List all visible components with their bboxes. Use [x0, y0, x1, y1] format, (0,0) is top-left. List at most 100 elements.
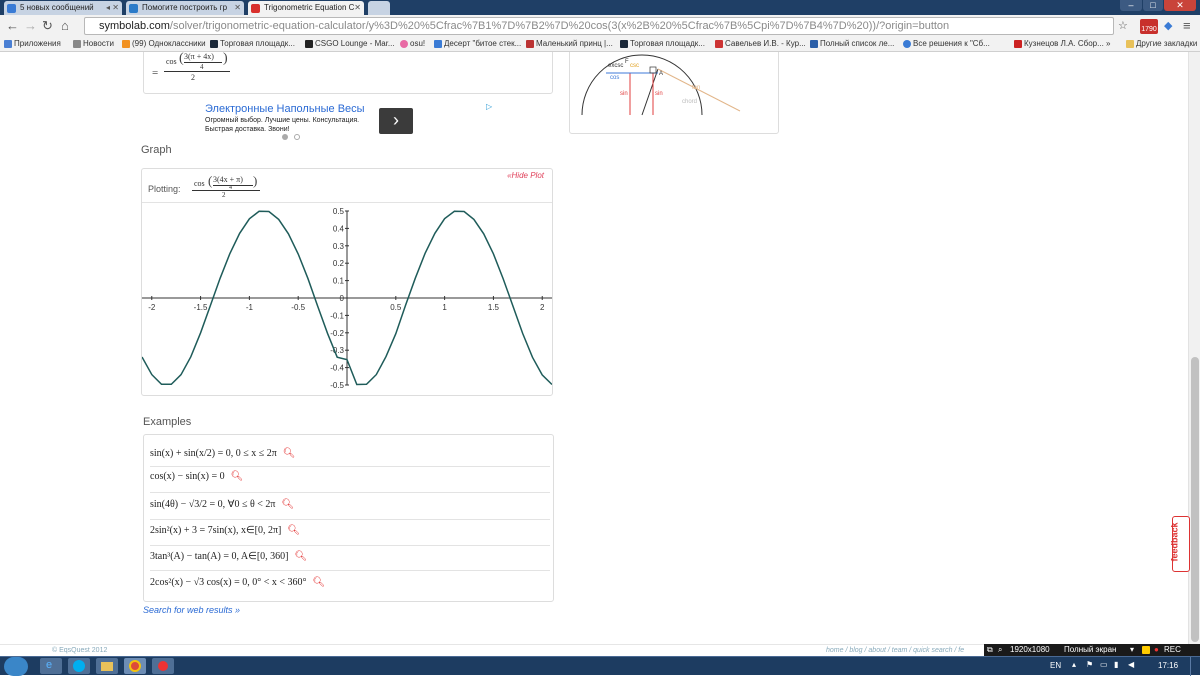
bookmark-ok[interactable]: (99) Одноклассники — [122, 37, 206, 51]
bookmark-osu[interactable]: osu! — [400, 37, 425, 51]
battery-icon[interactable]: ▭ — [1100, 660, 1108, 669]
close-icon[interactable]: ◂ ✕ — [106, 1, 119, 15]
search-icon[interactable]: 🔍︎ — [313, 571, 326, 595]
bookmark-list[interactable]: Полный список ле... — [810, 37, 894, 51]
ad-title[interactable]: Электронные Напольные Весы — [205, 103, 365, 115]
adchoices-icon[interactable]: ▷ — [486, 102, 492, 111]
search-icon[interactable]: 🔍︎ — [231, 465, 244, 489]
example-item[interactable]: 2sin²(x) + 3 = 7sin(x), x∈[0, 2π] 🔍︎ — [150, 519, 300, 543]
example-text[interactable]: sin(4θ) − √3/2 = 0, ∀0 ≤ θ < 2π — [150, 499, 275, 510]
network-icon[interactable]: ▮ — [1114, 660, 1118, 669]
bookmark-other[interactable]: Другие закладки — [1126, 37, 1197, 51]
bookmark-label: osu! — [410, 39, 426, 48]
home-icon[interactable]: ⌂ — [61, 18, 69, 34]
bookmark-news[interactable]: Новости — [73, 37, 114, 51]
footer-links[interactable]: home / blog / about / team / quick searc… — [826, 647, 964, 654]
bookmark-dessert[interactable]: Десерт "битое стек... — [434, 37, 521, 51]
start-button[interactable] — [4, 657, 28, 676]
minimize-icon[interactable]: – — [1120, 0, 1142, 11]
bookmark-label: Маленький принц |... — [536, 39, 613, 48]
address-bar[interactable]: symbolab.com/solver/trigonometric-equati… — [84, 17, 1114, 35]
bookmark-label: (99) Одноклассники — [132, 39, 206, 48]
show-desktop-button[interactable] — [1190, 657, 1200, 676]
tab-messages[interactable]: 5 новых сообщений ◂ ✕ — [4, 1, 122, 15]
y-tick-label: -0.2 — [330, 329, 344, 338]
extension-badge[interactable]: 1790 — [1140, 19, 1158, 34]
bookmark-steam-2[interactable]: Торговая площадк... — [620, 37, 705, 51]
back-icon[interactable]: ← — [6, 18, 19, 34]
maximize-icon[interactable]: □ — [1143, 0, 1163, 11]
forward-icon[interactable]: → — [24, 18, 37, 34]
explorer-taskbar-icon[interactable] — [96, 658, 118, 674]
scrollbar-thumb[interactable] — [1191, 357, 1199, 642]
menu-icon[interactable]: ≡ — [1183, 18, 1191, 34]
x-tick-label: -1.5 — [194, 303, 208, 312]
tray-arrow-icon[interactable]: ▴ — [1072, 660, 1076, 669]
search-icon[interactable]: 🔍︎ — [287, 519, 300, 543]
recorder-taskbar-icon[interactable] — [152, 658, 174, 674]
ad-block[interactable]: Электронные Напольные Весы Огромный выбо… — [199, 102, 497, 140]
example-item[interactable]: sin(4θ) − √3/2 = 0, ∀0 ≤ θ < 2π 🔍︎ — [150, 493, 294, 517]
example-item[interactable]: cos(x) − sin(x) = 0 🔍︎ — [150, 465, 243, 489]
language-indicator[interactable]: EN — [1050, 661, 1061, 670]
y-tick-label: 0.4 — [333, 224, 345, 233]
feedback-tab[interactable]: feedback — [1170, 516, 1190, 572]
url-path: /solver/trigonometric-equation-calculato… — [169, 20, 950, 32]
chevron-right-icon: › — [393, 110, 399, 130]
hide-plot-link[interactable]: «Hide Plot — [507, 171, 544, 180]
window-close-icon[interactable]: ✕ — [1164, 0, 1196, 11]
example-text[interactable]: 3tan³(A) − tan(A) = 0, A∈[0, 360] — [150, 551, 289, 562]
search-web-results-link[interactable]: Search for web results » — [143, 605, 240, 615]
recorder-mode[interactable]: Полный экран — [1064, 644, 1116, 656]
bookmark-steam[interactable]: Торговая площадк... — [210, 37, 295, 51]
ad-dot-active[interactable] — [282, 134, 288, 140]
tab-question[interactable]: Помогите построить гр ✕ — [126, 1, 244, 15]
camera-icon[interactable] — [1142, 646, 1150, 654]
recorder-resolution[interactable]: 1920x1080 — [1010, 644, 1050, 656]
bookmarks-bar: Приложения Новости (99) Одноклассники То… — [0, 37, 1200, 52]
bookmark-label: Новости — [83, 39, 114, 48]
example-text[interactable]: sin(x) + sin(x/2) = 0, 0 ≤ x ≤ 2π — [150, 448, 277, 459]
window-icon[interactable]: ⧉ — [987, 644, 993, 656]
tab-symbolab[interactable]: Trigonometric Equation C ✕ — [248, 1, 364, 15]
volume-icon[interactable]: ◀ — [1128, 660, 1134, 669]
example-item[interactable]: 3tan³(A) − tan(A) = 0, A∈[0, 360] 🔍︎ — [150, 545, 307, 569]
example-text[interactable]: 2cos²(x) − √3 cos(x) = 0, 0° < x < 360° — [150, 577, 307, 588]
reload-icon[interactable]: ↻ — [42, 18, 53, 34]
bookmark-savelyev[interactable]: Савельев И.В. - Кур... — [715, 37, 806, 51]
tray-flag-icon[interactable]: ⚑ — [1086, 660, 1093, 669]
x-tick-label: 1 — [442, 303, 447, 312]
bookmark-prince[interactable]: Маленький принц |... — [526, 37, 613, 51]
dropdown-icon[interactable]: ▾ — [1130, 644, 1134, 656]
ad-dot[interactable] — [294, 134, 300, 140]
star-icon[interactable]: ☆ — [1118, 18, 1128, 34]
zoom-icon[interactable]: ⌕ — [998, 644, 1002, 656]
record-dot-icon[interactable]: ● — [1154, 644, 1159, 656]
close-icon[interactable]: ✕ — [234, 1, 241, 15]
label-a: A — [659, 71, 663, 77]
search-icon[interactable]: 🔍︎ — [295, 545, 308, 569]
ad-arrow-button[interactable]: › — [379, 108, 413, 134]
example-text[interactable]: cos(x) − sin(x) = 0 — [150, 471, 225, 482]
chrome-taskbar-icon[interactable] — [124, 658, 146, 674]
new-tab-button[interactable] — [368, 1, 390, 15]
bookmark-kuznetsov[interactable]: Кузнецов Л.А. Сбор... — [1014, 37, 1104, 51]
function-plot[interactable]: -2 -1.5 -1 -0.5 0.5 1 1.5 2 0.5 0.4 0.3 0.2 0.1 0 -0.1… — [142, 205, 552, 391]
ie-taskbar-icon[interactable]: e — [40, 658, 62, 674]
bookmark-label: Савельев И.В. - Кур... — [725, 39, 806, 48]
recorder-rec-label[interactable]: REC — [1164, 644, 1181, 656]
skype-taskbar-icon[interactable] — [68, 658, 90, 674]
extension-icon[interactable]: ◆ — [1164, 18, 1172, 34]
close-icon[interactable]: ✕ — [354, 1, 361, 15]
example-text[interactable]: 2sin²(x) + 3 = 7sin(x), x∈[0, 2π] — [150, 525, 281, 536]
bookmark-apps[interactable]: Приложения — [4, 37, 61, 51]
bookmark-csgo[interactable]: CSGO Lounge - Mar... — [305, 37, 395, 51]
label-csc: csc — [630, 63, 639, 69]
search-icon[interactable]: 🔍︎ — [281, 493, 294, 517]
bookmarks-overflow[interactable]: » — [1106, 37, 1110, 51]
taskbar-clock[interactable]: 17:16 — [1158, 661, 1178, 670]
example-item[interactable]: 2cos²(x) − √3 cos(x) = 0, 0° < x < 360° 🔍… — [150, 571, 325, 595]
search-icon[interactable]: 🔍︎ — [283, 442, 296, 466]
bookmark-solutions[interactable]: Все решения к "Сб... — [903, 37, 990, 51]
example-item[interactable]: sin(x) + sin(x/2) = 0, 0 ≤ x ≤ 2π 🔍︎ — [150, 442, 295, 466]
